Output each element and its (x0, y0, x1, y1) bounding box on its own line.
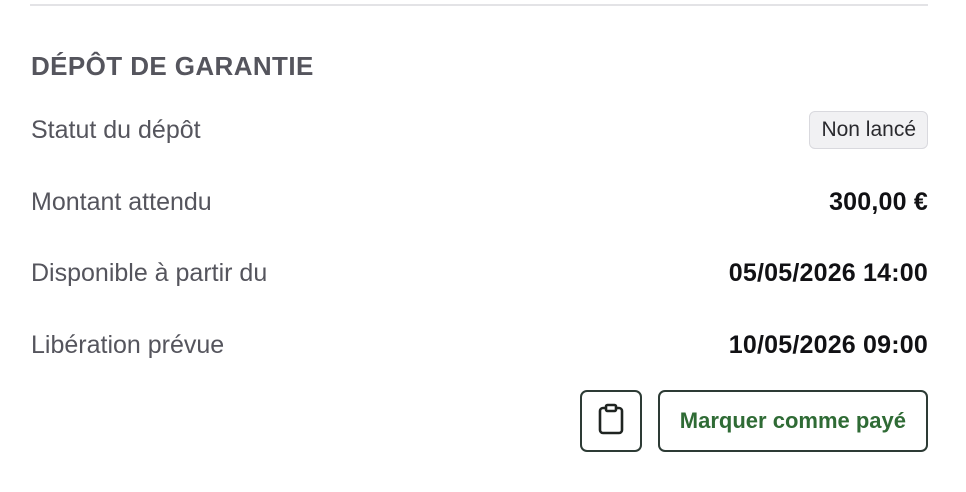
expected-amount-value: 300,00 € (829, 187, 928, 216)
copy-button[interactable] (579, 390, 642, 452)
deposit-status-label: Statut du dépôt (31, 115, 201, 144)
divider (30, 4, 928, 6)
available-from-value: 05/05/2026 14:00 (728, 258, 928, 287)
status-badge: Non lancé (809, 111, 928, 149)
deposit-panel: DÉPÔT DE GARANTIE Statut du dépôt Non la… (0, 0, 966, 492)
deposit-status-row: Statut du dépôt Non lancé (31, 110, 928, 150)
expected-amount-row: Montant attendu 300,00 € (31, 182, 928, 222)
expected-amount-label: Montant attendu (31, 187, 212, 216)
available-from-label: Disponible à partir du (31, 258, 268, 287)
clipboard-icon (597, 403, 625, 440)
planned-release-value: 10/05/2026 09:00 (728, 330, 928, 359)
actions-bar: Marquer comme payé (579, 390, 928, 452)
mark-as-paid-button[interactable]: Marquer comme payé (657, 390, 928, 452)
planned-release-label: Libération prévue (31, 330, 225, 359)
available-from-row: Disponible à partir du 05/05/2026 14:00 (31, 253, 928, 293)
section-title: DÉPÔT DE GARANTIE (31, 51, 314, 81)
planned-release-row: Libération prévue 10/05/2026 09:00 (31, 325, 928, 365)
